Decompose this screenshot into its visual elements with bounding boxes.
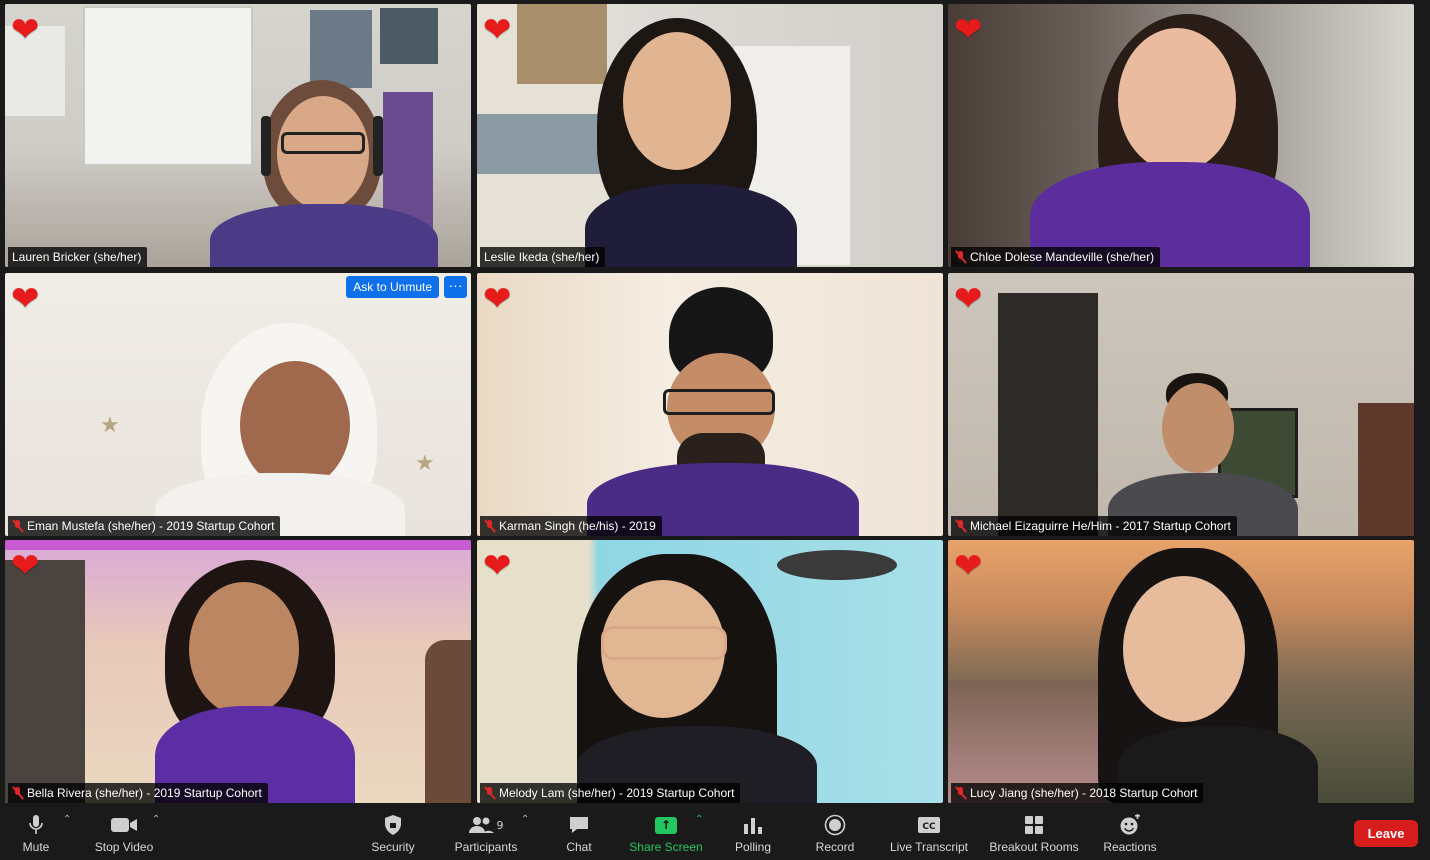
mute-options-chevron-icon[interactable]: ⌃ xyxy=(63,814,71,825)
participant-name-label: Chloe Dolese Mandeville (she/her) xyxy=(951,247,1161,267)
participant-name-label: Eman Mustefa (she/her) - 2019 Startup Co… xyxy=(8,516,281,536)
grid-icon xyxy=(984,812,1084,838)
muted-mic-icon xyxy=(955,786,966,800)
video-feed xyxy=(5,540,471,803)
muted-mic-icon xyxy=(955,250,966,264)
video-tile[interactable]: ❤ Bella Rivera (she/her) - 2019 Startup … xyxy=(5,540,471,803)
video-feed xyxy=(477,540,943,803)
participants-label: Participants xyxy=(454,840,518,854)
record-button[interactable]: Record xyxy=(812,812,858,858)
breakout-rooms-button[interactable]: Breakout Rooms xyxy=(984,812,1084,858)
stop-video-label: Stop Video xyxy=(94,840,154,854)
bar-chart-icon xyxy=(730,812,776,838)
video-feed xyxy=(948,4,1414,267)
muted-mic-icon xyxy=(484,519,495,533)
security-button[interactable]: Security xyxy=(364,812,422,858)
participant-name: Michael Eizaguirre He/Him - 2017 Startup… xyxy=(970,519,1231,533)
reactions-button[interactable]: Reactions xyxy=(1098,812,1162,858)
heart-icon: ❤ xyxy=(954,10,983,50)
record-icon xyxy=(812,812,858,838)
heart-icon: ❤ xyxy=(483,10,512,50)
participant-name: Eman Mustefa (she/her) - 2019 Startup Co… xyxy=(27,519,275,533)
ask-to-unmute-button[interactable]: Ask to Unmute xyxy=(346,276,439,298)
share-options-chevron-icon[interactable]: ⌃ xyxy=(695,814,703,825)
video-feed: ★ ★ xyxy=(5,273,471,536)
video-feed xyxy=(477,4,943,267)
video-feed xyxy=(948,273,1414,536)
participant-name-label: Karman Singh (he/his) - 2019 xyxy=(480,516,662,536)
participant-name-label: Bella Rivera (she/her) - 2019 Startup Co… xyxy=(8,783,268,803)
heart-icon: ❤ xyxy=(954,279,983,319)
record-label: Record xyxy=(815,840,855,854)
heart-icon: ❤ xyxy=(11,546,40,586)
video-tile[interactable]: ❤ Chloe Dolese Mandeville (she/her) xyxy=(948,4,1414,267)
share-screen-label: Share Screen xyxy=(629,840,703,854)
closed-captions-icon: CC xyxy=(884,812,974,838)
participant-name-label: Melody Lam (she/her) - 2019 Startup Coho… xyxy=(480,783,741,803)
video-options-chevron-icon[interactable]: ⌃ xyxy=(152,814,160,825)
people-icon: 9 xyxy=(450,812,522,838)
more-options-button[interactable]: ··· xyxy=(444,276,467,298)
video-feed xyxy=(477,273,943,536)
participant-name: Leslie Ikeda (she/her) xyxy=(484,250,600,264)
chat-button[interactable]: Chat xyxy=(558,812,600,858)
polling-label: Polling xyxy=(734,840,772,854)
participants-count-badge: 9 xyxy=(496,818,504,832)
zoom-meeting-window: ❤ Lauren Bricker (she/her) ❤ Leslie Iked… xyxy=(0,0,1430,860)
heart-icon: ❤ xyxy=(11,10,40,50)
microphone-icon xyxy=(14,812,58,838)
heart-icon: ❤ xyxy=(483,279,512,319)
participant-name: Bella Rivera (she/her) - 2019 Startup Co… xyxy=(27,786,262,800)
participant-name-label: Michael Eizaguirre He/Him - 2017 Startup… xyxy=(951,516,1237,536)
muted-mic-icon xyxy=(955,519,966,533)
mute-label: Mute xyxy=(22,840,50,854)
reactions-label: Reactions xyxy=(1103,840,1157,854)
leave-button[interactable]: Leave xyxy=(1354,820,1418,847)
video-tile[interactable]: ❤ Lucy Jiang (she/her) - 2018 Startup Co… xyxy=(948,540,1414,803)
participant-name-label: Lucy Jiang (she/her) - 2018 Startup Coho… xyxy=(951,783,1204,803)
video-feed xyxy=(948,540,1414,803)
meeting-toolbar: Mute ⌃ Stop Video ⌃ Security 9 Participa… xyxy=(0,806,1430,860)
participant-name: Chloe Dolese Mandeville (she/her) xyxy=(970,250,1155,264)
participant-name-label: Leslie Ikeda (she/her) xyxy=(480,247,606,267)
chat-label: Chat xyxy=(566,840,592,854)
breakout-rooms-label: Breakout Rooms xyxy=(989,840,1079,854)
live-transcript-button[interactable]: CC Live Transcript xyxy=(884,812,974,858)
participant-name: Karman Singh (he/his) - 2019 xyxy=(499,519,656,533)
video-tile[interactable]: ❤ Michael Eizaguirre He/Him - 2017 Start… xyxy=(948,273,1414,536)
video-tile[interactable]: ★ ★ ❤ Ask to Unmute ··· Eman Mustefa (sh… xyxy=(5,273,471,536)
video-tile[interactable]: ❤ Karman Singh (he/his) - 2019 xyxy=(477,273,943,536)
shield-icon xyxy=(364,812,422,838)
video-feed xyxy=(5,4,471,267)
smiley-plus-icon xyxy=(1098,812,1162,838)
participant-name: Lauren Bricker (she/her) xyxy=(12,250,142,264)
participants-button[interactable]: 9 Participants xyxy=(450,812,522,858)
participant-name: Lucy Jiang (she/her) - 2018 Startup Coho… xyxy=(970,786,1198,800)
video-tile[interactable]: ❤ Leslie Ikeda (she/her) xyxy=(477,4,943,267)
video-tile[interactable]: ❤ Lauren Bricker (she/her) xyxy=(5,4,471,267)
muted-mic-icon xyxy=(484,786,495,800)
participant-name: Melody Lam (she/her) - 2019 Startup Coho… xyxy=(499,786,735,800)
security-label: Security xyxy=(371,840,415,854)
video-camera-icon xyxy=(90,812,158,838)
gallery-view: ❤ Lauren Bricker (she/her) ❤ Leslie Iked… xyxy=(5,4,1415,803)
mute-button[interactable]: Mute xyxy=(14,812,58,858)
heart-icon: ❤ xyxy=(11,279,40,319)
stop-video-button[interactable]: Stop Video xyxy=(90,812,158,858)
live-transcript-label: Live Transcript xyxy=(889,840,969,854)
participants-options-chevron-icon[interactable]: ⌃ xyxy=(521,814,529,825)
video-tile[interactable]: ❤ Melody Lam (she/her) - 2019 Startup Co… xyxy=(477,540,943,803)
chat-bubble-icon xyxy=(558,812,600,838)
polling-button[interactable]: Polling xyxy=(730,812,776,858)
participant-name-label: Lauren Bricker (she/her) xyxy=(8,247,148,267)
heart-icon: ❤ xyxy=(954,546,983,586)
svg-text:CC: CC xyxy=(922,822,936,832)
muted-mic-icon xyxy=(12,786,23,800)
muted-mic-icon xyxy=(12,519,23,533)
heart-icon: ❤ xyxy=(483,546,512,586)
